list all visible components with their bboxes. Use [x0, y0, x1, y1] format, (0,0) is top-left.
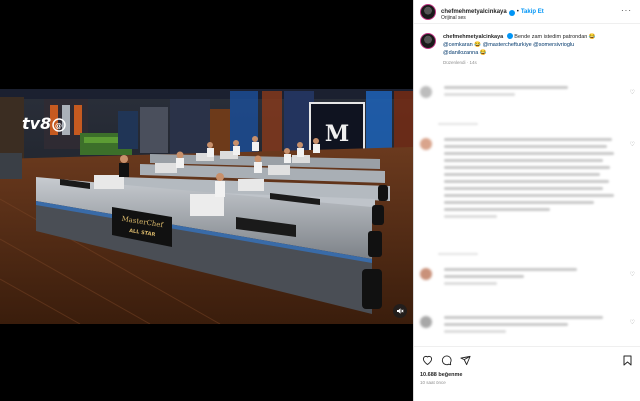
comment-like-icon[interactable]: ♡ — [630, 319, 635, 326]
comment-text-line — [444, 187, 604, 190]
post-side-panel: chefmehmetyalcinkaya • Takip Et Orijinal… — [413, 0, 640, 401]
comment-item: ♡ — [420, 86, 635, 110]
more-options-icon[interactable]: ··· — [621, 6, 632, 15]
caption-mentions-line2[interactable]: @danilozanna 😂 — [443, 49, 596, 57]
comment-avatar[interactable] — [420, 268, 432, 280]
view-replies[interactable] — [438, 123, 478, 125]
comment-text-line — [444, 330, 506, 333]
comment-item: ♡ — [420, 138, 635, 238]
comment-like-icon[interactable]: ♡ — [630, 89, 635, 96]
post-time: 10 saat önce — [420, 380, 446, 385]
comment-text-line — [444, 86, 568, 89]
caption-mentions-line1[interactable]: @cemkaran 😂 @masterchefturkiye @somersiv… — [443, 41, 596, 49]
comment-text-line — [444, 323, 568, 326]
audio-label[interactable]: Orijinal ses — [441, 15, 466, 21]
post-caption: chefmehmetyalcinkaya Bende zam istedim p… — [414, 24, 640, 67]
mute-icon[interactable] — [393, 304, 407, 318]
post-actions: 10.688 beğenme 10 saat önce — [414, 346, 640, 398]
svg-text:@: @ — [55, 122, 62, 130]
post-header: chefmehmetyalcinkaya • Takip Et Orijinal… — [414, 0, 640, 24]
media-pane: M tv8 @ MasterChef ALL STAR — [0, 0, 413, 401]
comment-text-line — [444, 93, 515, 96]
caption-username[interactable]: chefmehmetyalcinkaya — [443, 34, 503, 40]
comment-avatar[interactable] — [420, 138, 432, 150]
instagram-post-modal: M tv8 @ MasterChef ALL STAR chefmehmetya… — [0, 0, 640, 401]
comment-like-icon[interactable]: ♡ — [630, 271, 635, 278]
comment-like-icon[interactable]: ♡ — [630, 141, 635, 148]
author-username[interactable]: chefmehmetyalcinkaya — [441, 9, 507, 15]
save-icon[interactable] — [620, 353, 634, 367]
comment-text-line — [444, 159, 604, 162]
verified-badge-icon — [508, 9, 515, 16]
verified-badge-icon — [506, 33, 513, 39]
like-icon[interactable] — [420, 353, 434, 367]
comment-text-line — [444, 138, 613, 141]
speaker-off-icon — [397, 308, 404, 314]
caption-avatar[interactable] — [420, 33, 436, 49]
comment-text-line — [444, 201, 595, 204]
comment-item: ♡ — [420, 316, 635, 342]
view-replies[interactable] — [438, 253, 478, 255]
comment-text-line — [444, 173, 600, 176]
comment-text-line — [444, 316, 604, 319]
like-count[interactable]: 10.688 beğenme — [420, 372, 634, 378]
caption-text: Bende zam istedim patrondan 😂 — [514, 34, 596, 40]
post-video[interactable]: M tv8 @ MasterChef ALL STAR — [0, 89, 413, 324]
avatar[interactable] — [420, 3, 436, 20]
comment-avatar[interactable] — [420, 86, 432, 98]
comment-item: ♡ — [420, 268, 635, 296]
comment-text-line — [444, 180, 609, 183]
comment-text-line — [444, 215, 498, 218]
video-frame: M tv8 @ MasterChef ALL STAR — [0, 89, 413, 324]
comment-avatar[interactable] — [420, 316, 432, 328]
svg-text:tv8: tv8 — [22, 114, 51, 133]
svg-text:M: M — [325, 121, 349, 147]
comment-text-line — [444, 145, 607, 148]
follow-button[interactable]: Takip Et — [521, 9, 544, 15]
comment-text-line — [444, 268, 577, 271]
comment-icon[interactable] — [439, 353, 453, 367]
share-icon[interactable] — [458, 353, 472, 367]
comment-text-line — [444, 282, 498, 285]
comment-text-line — [444, 275, 524, 278]
caption-meta: Düzenlendi · 14s — [443, 60, 477, 65]
comment-text-line — [444, 194, 614, 197]
comment-text-line — [444, 166, 611, 169]
comment-text-line — [444, 208, 551, 211]
separator-dot: • — [516, 8, 519, 15]
comment-text-line — [444, 152, 614, 155]
